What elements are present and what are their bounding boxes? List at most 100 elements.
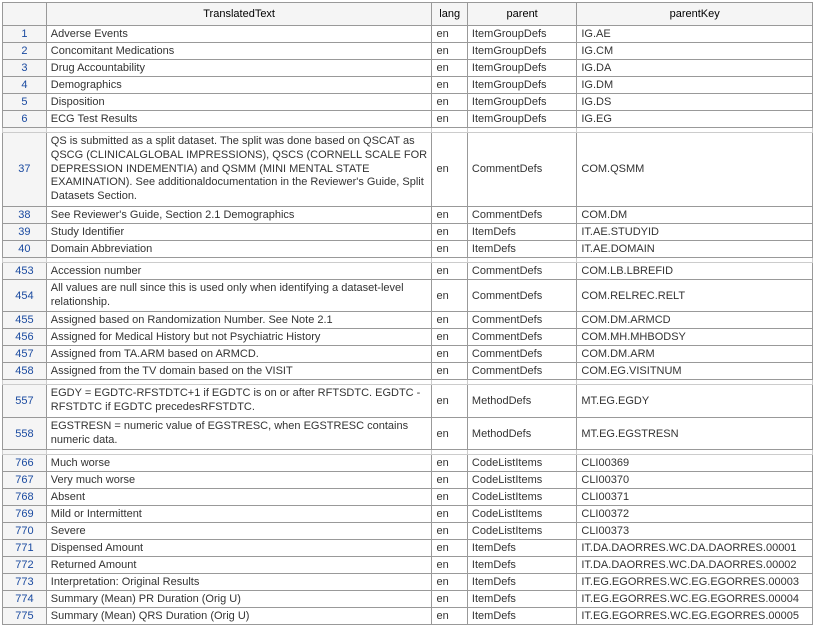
cell-parent-key[interactable]: CLI00369 (577, 455, 813, 472)
table-row[interactable]: 3Drug AccountabilityenItemGroupDefsIG.DA (3, 60, 813, 77)
table-row[interactable]: 557EGDY = EGDTC-RFSTDTC+1 if EGDTC is on… (3, 385, 813, 418)
cell-lang[interactable]: en (432, 591, 467, 608)
table-row[interactable]: 775Summary (Mean) QRS Duration (Orig U)e… (3, 608, 813, 625)
cell-lang[interactable]: en (432, 279, 467, 312)
row-number[interactable]: 770 (3, 523, 47, 540)
row-number[interactable]: 771 (3, 540, 47, 557)
cell-parent[interactable]: ItemGroupDefs (467, 94, 576, 111)
row-number[interactable]: 6 (3, 111, 47, 128)
cell-parent[interactable]: CommentDefs (467, 312, 576, 329)
table-row[interactable]: 2Concomitant MedicationsenItemGroupDefsI… (3, 43, 813, 60)
cell-lang[interactable]: en (432, 240, 467, 257)
cell-lang[interactable]: en (432, 557, 467, 574)
cell-parent[interactable]: ItemDefs (467, 608, 576, 625)
cell-lang[interactable]: en (432, 455, 467, 472)
cell-translated-text[interactable]: Study Identifier (46, 223, 432, 240)
cell-parent[interactable]: CommentDefs (467, 279, 576, 312)
row-number[interactable]: 1 (3, 26, 47, 43)
cell-parent-key[interactable]: COM.DM.ARM (577, 346, 813, 363)
cell-lang[interactable]: en (432, 506, 467, 523)
table-row[interactable]: 38See Reviewer's Guide, Section 2.1 Demo… (3, 206, 813, 223)
table-row[interactable]: 456Assigned for Medical History but not … (3, 329, 813, 346)
cell-translated-text[interactable]: Dispensed Amount (46, 540, 432, 557)
cell-translated-text[interactable]: Domain Abbreviation (46, 240, 432, 257)
cell-lang[interactable]: en (432, 223, 467, 240)
row-number[interactable]: 766 (3, 455, 47, 472)
cell-parent[interactable]: MethodDefs (467, 417, 576, 450)
cell-translated-text[interactable]: Very much worse (46, 472, 432, 489)
row-number[interactable]: 775 (3, 608, 47, 625)
row-number[interactable]: 768 (3, 489, 47, 506)
table-row[interactable]: 458Assigned from the TV domain based on … (3, 363, 813, 380)
cell-parent[interactable]: CodeListItems (467, 455, 576, 472)
cell-lang[interactable]: en (432, 540, 467, 557)
cell-parent-key[interactable]: IG.DS (577, 94, 813, 111)
cell-translated-text[interactable]: Assigned from the TV domain based on the… (46, 363, 432, 380)
cell-parent-key[interactable]: IT.DA.DAORRES.WC.DA.DAORRES.00002 (577, 557, 813, 574)
row-number[interactable]: 5 (3, 94, 47, 111)
table-row[interactable]: 40Domain AbbreviationenItemDefsIT.AE.DOM… (3, 240, 813, 257)
table-row[interactable]: 769Mild or IntermittentenCodeListItemsCL… (3, 506, 813, 523)
cell-parent-key[interactable]: COM.LB.LBREFID (577, 262, 813, 279)
cell-translated-text[interactable]: Absent (46, 489, 432, 506)
cell-lang[interactable]: en (432, 329, 467, 346)
cell-lang[interactable]: en (432, 111, 467, 128)
cell-translated-text[interactable]: Assigned for Medical History but not Psy… (46, 329, 432, 346)
table-row[interactable]: 767Very much worseenCodeListItemsCLI0037… (3, 472, 813, 489)
col-header-parent[interactable]: parent (467, 3, 576, 26)
table-row[interactable]: 772Returned AmountenItemDefsIT.DA.DAORRE… (3, 557, 813, 574)
cell-parent[interactable]: ItemDefs (467, 591, 576, 608)
cell-translated-text[interactable]: EGSTRESN = numeric value of EGSTRESC, wh… (46, 417, 432, 450)
row-number[interactable]: 767 (3, 472, 47, 489)
cell-translated-text[interactable]: Concomitant Medications (46, 43, 432, 60)
table-row[interactable]: 771Dispensed AmountenItemDefsIT.DA.DAORR… (3, 540, 813, 557)
row-number[interactable]: 557 (3, 385, 47, 418)
cell-lang[interactable]: en (432, 43, 467, 60)
row-number[interactable]: 769 (3, 506, 47, 523)
cell-parent[interactable]: CodeListItems (467, 523, 576, 540)
cell-parent[interactable]: CommentDefs (467, 363, 576, 380)
table-row[interactable]: 457Assigned from TA.ARM based on ARMCD.e… (3, 346, 813, 363)
cell-parent[interactable]: ItemDefs (467, 574, 576, 591)
cell-translated-text[interactable]: Much worse (46, 455, 432, 472)
cell-parent[interactable]: ItemGroupDefs (467, 111, 576, 128)
cell-parent-key[interactable]: IT.AE.STUDYID (577, 223, 813, 240)
cell-parent[interactable]: CommentDefs (467, 329, 576, 346)
table-row[interactable]: 768AbsentenCodeListItemsCLI00371 (3, 489, 813, 506)
cell-translated-text[interactable]: Returned Amount (46, 557, 432, 574)
cell-parent-key[interactable]: IG.EG (577, 111, 813, 128)
row-number[interactable]: 456 (3, 329, 47, 346)
cell-parent-key[interactable]: COM.DM (577, 206, 813, 223)
cell-translated-text[interactable]: Drug Accountability (46, 60, 432, 77)
table-row[interactable]: 5DispositionenItemGroupDefsIG.DS (3, 94, 813, 111)
table-row[interactable]: 1Adverse EventsenItemGroupDefsIG.AE (3, 26, 813, 43)
row-number[interactable]: 453 (3, 262, 47, 279)
cell-parent-key[interactable]: IT.AE.DOMAIN (577, 240, 813, 257)
col-header-lang[interactable]: lang (432, 3, 467, 26)
cell-translated-text[interactable]: EGDY = EGDTC-RFSTDTC+1 if EGDTC is on or… (46, 385, 432, 418)
cell-parent[interactable]: MethodDefs (467, 385, 576, 418)
cell-parent[interactable]: ItemDefs (467, 540, 576, 557)
cell-lang[interactable]: en (432, 77, 467, 94)
cell-lang[interactable]: en (432, 206, 467, 223)
table-row[interactable]: 773Interpretation: Original ResultsenIte… (3, 574, 813, 591)
cell-parent-key[interactable]: IT.EG.EGORRES.WC.EG.EGORRES.00004 (577, 591, 813, 608)
cell-parent[interactable]: CodeListItems (467, 472, 576, 489)
row-number[interactable]: 39 (3, 223, 47, 240)
cell-parent-key[interactable]: CLI00373 (577, 523, 813, 540)
cell-parent[interactable]: ItemGroupDefs (467, 26, 576, 43)
cell-parent-key[interactable]: COM.RELREC.RELT (577, 279, 813, 312)
row-number[interactable]: 38 (3, 206, 47, 223)
row-number[interactable]: 457 (3, 346, 47, 363)
row-number[interactable]: 4 (3, 77, 47, 94)
cell-translated-text[interactable]: Adverse Events (46, 26, 432, 43)
cell-translated-text[interactable]: Interpretation: Original Results (46, 574, 432, 591)
cell-translated-text[interactable]: QS is submitted as a split dataset. The … (46, 133, 432, 207)
cell-translated-text[interactable]: Assigned based on Randomization Number. … (46, 312, 432, 329)
cell-lang[interactable]: en (432, 312, 467, 329)
row-number[interactable]: 558 (3, 417, 47, 450)
cell-parent-key[interactable]: CLI00370 (577, 472, 813, 489)
cell-lang[interactable]: en (432, 472, 467, 489)
table-row[interactable]: 770SevereenCodeListItemsCLI00373 (3, 523, 813, 540)
cell-parent-key[interactable]: COM.QSMM (577, 133, 813, 207)
